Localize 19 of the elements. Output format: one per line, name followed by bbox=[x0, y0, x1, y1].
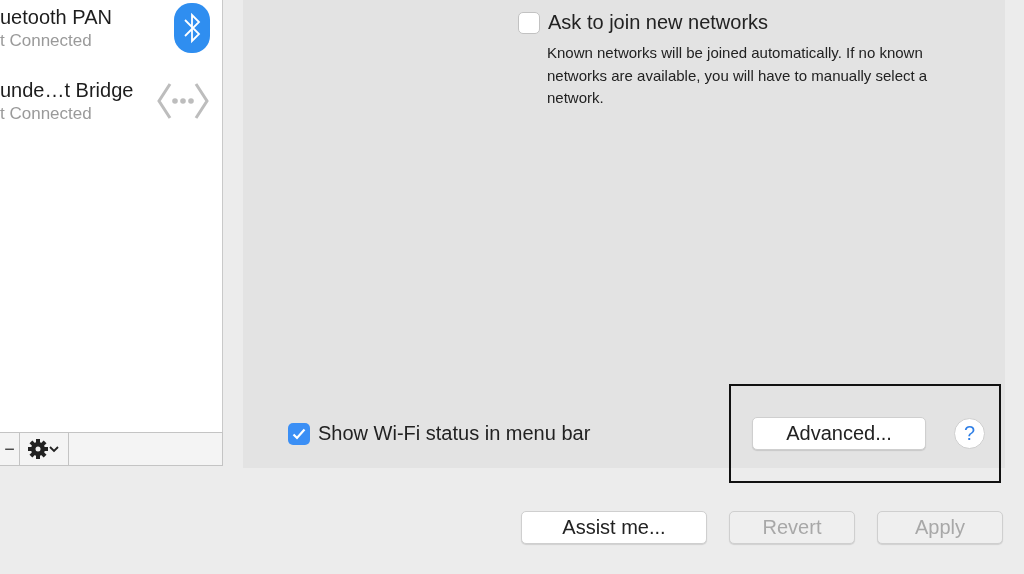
checkbox-label: Show Wi-Fi status in menu bar bbox=[318, 422, 591, 445]
network-status: t Connected bbox=[0, 30, 93, 51]
network-item[interactable]: unde…t Bridge t Connected bbox=[0, 66, 222, 136]
network-name: unde…t Bridge bbox=[0, 78, 134, 102]
network-status: t Connected bbox=[0, 103, 93, 124]
gear-icon bbox=[27, 438, 61, 460]
network-name: uetooth PAN bbox=[0, 5, 112, 29]
bluetooth-icon bbox=[174, 3, 210, 53]
checkbox[interactable] bbox=[288, 422, 310, 445]
network-item[interactable]: uetooth PAN t Connected bbox=[0, 0, 222, 66]
help-button[interactable]: ? bbox=[954, 418, 985, 449]
description-text: Known networks will be joined automatically. If no known networks are available, you will have to manually select a network. bbox=[547, 43, 929, 108]
checkmark-icon bbox=[292, 427, 306, 440]
advanced-button[interactable]: Advanced... bbox=[752, 417, 926, 450]
checkbox-label: Ask to join new networks bbox=[548, 11, 769, 34]
remove-button[interactable]: − bbox=[0, 433, 20, 465]
action-button[interactable]: Assist me... bbox=[521, 511, 707, 544]
checkbox[interactable] bbox=[518, 11, 540, 34]
bridge-icon bbox=[156, 81, 210, 121]
